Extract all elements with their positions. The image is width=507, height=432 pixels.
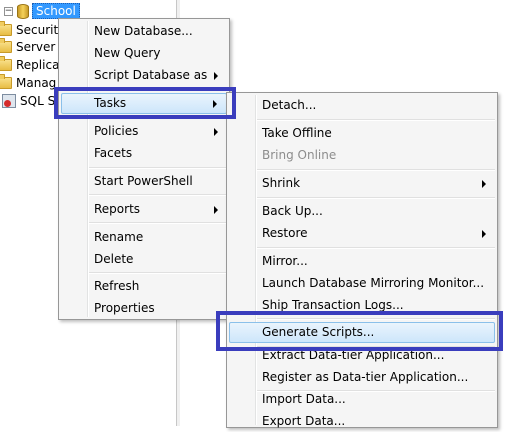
menu-separator [257,197,495,199]
tree-node-security[interactable]: Securit [0,21,58,39]
sql-agent-icon [2,94,16,108]
submenu-arrow-icon [214,72,218,80]
menu-item-new-query[interactable]: New Query [61,43,227,64]
folder-icon [0,21,12,36]
submenu-arrow-icon [214,206,218,214]
tree-node-label: Server [16,40,56,54]
folder-icon [0,74,12,89]
tree-node-label: Securit [16,23,59,37]
menu-item-policies[interactable]: Policies [61,121,227,142]
menu-separator [89,272,227,274]
menu-item-back-up[interactable]: Back Up... [229,201,495,222]
tree-node-label: SQL S [20,94,56,108]
menu-separator [257,169,495,171]
menu-separator [89,222,227,224]
menu-item-detach[interactable]: Detach... [229,95,495,116]
database-icon [17,3,29,19]
menu-item-shrink[interactable]: Shrink [229,173,495,194]
menu-item-properties[interactable]: Properties [61,298,227,319]
menu-item-start-powershell[interactable]: Start PowerShell [61,171,227,192]
menu-item-import-data[interactable]: Import Data... [229,389,495,410]
tree-node-label: Replica [16,58,60,72]
menu-separator [257,247,495,249]
tree-node-sql-agent[interactable]: SQL S [2,92,55,110]
tree-node-management[interactable]: Manag [0,74,56,92]
menu-separator [257,119,495,121]
annotation-box-generate-scripts [216,311,503,351]
menu-item-facets[interactable]: Facets [61,143,227,164]
collapse-icon[interactable]: − [4,6,13,16]
menu-separator [89,194,227,196]
menu-item-mirror[interactable]: Mirror... [229,251,495,272]
menu-separator [89,167,227,169]
submenu-arrow-icon [482,180,486,188]
menu-item-restore[interactable]: Restore [229,223,495,244]
tree-node-label[interactable]: School [32,3,80,19]
menu-item-launch-mirroring-monitor[interactable]: Launch Database Mirroring Monitor... [229,273,495,294]
tree-node-label: Manag [16,76,57,90]
menu-item-register-data-tier[interactable]: Register as Data-tier Application... [229,367,495,388]
database-context-menu: New Database... New Query Script Databas… [58,18,230,320]
folder-icon [0,56,12,71]
folder-icon [0,38,12,53]
menu-item-take-offline[interactable]: Take Offline [229,123,495,144]
menu-item-reports[interactable]: Reports [61,199,227,220]
menu-item-script-database-as[interactable]: Script Database as [61,65,227,86]
menu-item-new-database[interactable]: New Database... [61,21,227,42]
tree-node-server[interactable]: Server [0,38,55,56]
menu-item-bring-online: Bring Online [262,148,337,162]
tasks-submenu: Detach... Take Offline Bring Online Shri… [226,92,498,428]
submenu-arrow-icon [482,230,486,238]
menu-item-rename[interactable]: Rename [61,227,227,248]
menu-item-delete[interactable]: Delete [61,249,227,270]
annotation-box-tasks [54,87,236,119]
menu-item-export-data[interactable]: Export Data... [229,411,495,432]
tree-node-replication[interactable]: Replica [0,56,59,74]
submenu-arrow-icon [214,128,218,136]
menu-item-refresh[interactable]: Refresh [61,276,227,297]
